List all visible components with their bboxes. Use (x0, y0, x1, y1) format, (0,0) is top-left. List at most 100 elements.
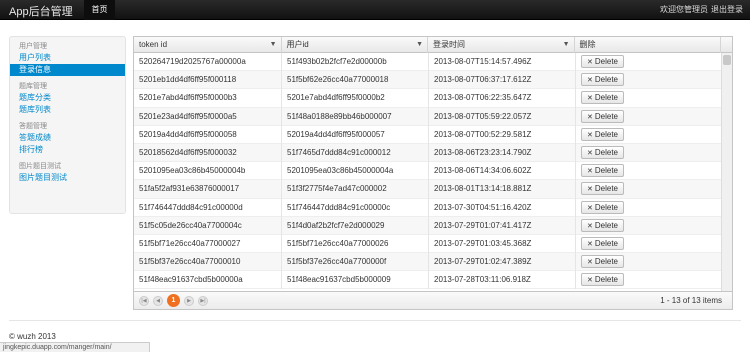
last-page-icon[interactable]: ▶| (198, 296, 208, 306)
delete-button[interactable]: ✕ Delete (581, 200, 624, 214)
sidebar: 用户管理 用户列表 登录信息 题库管理 题库分类 题库列表 答题管理 答题成绩 … (9, 36, 126, 214)
table-row[interactable]: 52018562d4df6ff95f000032 51f7465d7ddd84c9… (134, 143, 732, 163)
delete-button[interactable]: ✕ Delete (581, 145, 624, 159)
delete-button[interactable]: ✕ Delete (581, 109, 624, 123)
table-row[interactable]: 5201e23ad4df6ff95f0000a5 51f48a0188e89bb4… (134, 107, 732, 126)
grid-pager: |◀ ◀ 1 ▶ ▶| 1 - 13 of 13 items (134, 291, 732, 309)
sidebar-item-user-list[interactable]: 用户列表 (10, 52, 125, 64)
close-icon: ✕ (587, 131, 593, 139)
table-row[interactable]: 51f5bf71e26cc40a77000027 51f5bf71e26cc40a… (134, 234, 732, 254)
cell-token-id: 5201eb1dd4df6ff95f000118 (134, 71, 282, 90)
table-row[interactable]: 51f48eac91637cbd5b00000a 51f48eac91637cbd… (134, 271, 732, 290)
filter-icon[interactable]: ▼ (416, 37, 423, 53)
table-row[interactable]: 51fa5f2af931e63876000017 51f3f2775f4e7ad4… (134, 180, 732, 199)
table-row[interactable]: 5201e7abd4df6ff95f0000b3 5201e7abd4df6ff9… (134, 89, 732, 108)
column-header-label: 用户id (286, 40, 309, 49)
close-icon: ✕ (587, 204, 593, 212)
delete-button-label: Delete (594, 238, 618, 248)
cell-user-id: 52019a4dd4df6ff95f000057 (282, 125, 429, 144)
table-row[interactable]: 51f746447ddd84c91c00000d 51f746447ddd84c9… (134, 198, 732, 217)
table-row[interactable]: 52019a4dd4df6ff95f000058 52019a4dd4df6ff9… (134, 125, 732, 144)
current-page-button[interactable]: 1 (167, 294, 180, 307)
sidebar-item-login-info[interactable]: 登录信息 (10, 64, 125, 76)
cell-login-time: 2013-07-29T01:02:47.389Z (429, 253, 576, 272)
filter-icon[interactable]: ▼ (270, 37, 277, 53)
table-row[interactable]: 520264719d2025767a00000a 51f493b02b2fcf7e… (134, 53, 732, 72)
delete-button[interactable]: ✕ Delete (581, 127, 624, 141)
logout-link[interactable]: 退出登录 (711, 5, 743, 14)
cell-login-time: 2013-08-06T14:34:06.602Z (429, 162, 576, 181)
cell-user-id: 51f48eac91637cbd5b000009 (282, 271, 429, 290)
table-row[interactable]: 51f5c05de26cc40a7700004c 51f4d0af2b2fcf7e… (134, 216, 732, 235)
navbar-user-area: 欢迎您管理员 退出登录 (660, 0, 743, 20)
table-row[interactable]: 5201eb1dd4df6ff95f000118 51f5bf62e26cc40a… (134, 71, 732, 90)
cell-user-id: 51f7465d7ddd84c91c000012 (282, 143, 429, 163)
delete-button[interactable]: ✕ Delete (581, 55, 624, 68)
close-icon: ✕ (587, 186, 593, 194)
cell-token-id: 52019a4dd4df6ff95f000058 (134, 125, 282, 144)
app-brand[interactable]: App后台管理 (9, 3, 73, 19)
delete-button[interactable]: ✕ Delete (581, 164, 624, 178)
sidebar-item-image-test[interactable]: 图片题目测试 (10, 172, 125, 184)
close-icon: ✕ (587, 113, 593, 121)
cell-login-time: 2013-07-29T01:07:41.417Z (429, 216, 576, 235)
cell-delete: ✕ Delete (576, 162, 723, 181)
sidebar-item-answer-scores[interactable]: 答题成绩 (10, 132, 125, 144)
grid-header: token id ▼ 用户id ▼ 登录时间 ▼ 删除 (134, 37, 732, 53)
sidebar-item-bank-category[interactable]: 题库分类 (10, 92, 125, 104)
cell-delete: ✕ Delete (576, 89, 723, 108)
cell-token-id: 5201095ea03c86b45000004b (134, 162, 282, 181)
table-row[interactable]: 51f5bf37e26cc40a77000010 51f5bf37e26cc40a… (134, 253, 732, 272)
cell-user-id: 51f5bf37e26cc40a7700000f (282, 253, 429, 272)
cell-delete: ✕ Delete (576, 107, 723, 126)
delete-button[interactable]: ✕ Delete (581, 91, 624, 105)
cell-user-id: 51f5bf71e26cc40a77000026 (282, 234, 429, 254)
delete-button[interactable]: ✕ Delete (581, 255, 624, 269)
cell-token-id: 51f746447ddd84c91c00000d (134, 198, 282, 217)
first-page-icon[interactable]: |◀ (139, 296, 149, 306)
sidebar-header-answer: 答题管理 (19, 123, 47, 130)
top-navbar: App后台管理 首页 欢迎您管理员 退出登录 (0, 0, 750, 20)
cell-token-id: 51f5bf71e26cc40a77000027 (134, 234, 282, 254)
delete-button[interactable]: ✕ Delete (581, 182, 624, 196)
cell-user-id: 51f746447ddd84c91c00000c (282, 198, 429, 217)
close-icon: ✕ (587, 95, 593, 103)
close-icon: ✕ (587, 240, 593, 248)
column-header-label: 登录时间 (433, 40, 465, 49)
next-page-icon[interactable]: ▶ (184, 296, 194, 306)
delete-button[interactable]: ✕ Delete (581, 73, 624, 87)
table-row[interactable]: 5201095ea03c86b45000004b 5201095ea03c86b4… (134, 162, 732, 181)
delete-button-label: Delete (594, 184, 618, 194)
delete-button-label: Delete (594, 257, 618, 267)
vertical-scrollbar[interactable] (721, 53, 732, 292)
delete-button[interactable]: ✕ Delete (581, 236, 624, 250)
cell-delete: ✕ Delete (576, 180, 723, 199)
delete-button-label: Delete (594, 166, 618, 176)
cell-token-id: 5201e7abd4df6ff95f0000b3 (134, 89, 282, 108)
close-icon: ✕ (587, 59, 593, 66)
scrollbar-thumb[interactable] (723, 55, 731, 65)
welcome-text: 欢迎您管理员 (660, 5, 708, 14)
sidebar-item-leaderboard[interactable]: 排行榜 (10, 144, 125, 156)
delete-button-label: Delete (594, 129, 618, 139)
cell-user-id: 51f4d0af2b2fcf7e2d000029 (282, 216, 429, 235)
delete-button-label: Delete (594, 202, 618, 212)
delete-button-label: Delete (594, 147, 618, 157)
column-header-token-id[interactable]: token id ▼ (134, 37, 282, 53)
cell-user-id: 51f3f2775f4e7ad47c000002 (282, 180, 429, 199)
filter-icon[interactable]: ▼ (563, 37, 570, 53)
column-header-login-time[interactable]: 登录时间 ▼ (428, 37, 575, 53)
prev-page-icon[interactable]: ◀ (153, 296, 163, 306)
delete-button[interactable]: ✕ Delete (581, 218, 624, 232)
close-icon: ✕ (587, 149, 593, 157)
delete-button-label: Delete (594, 57, 618, 66)
close-icon: ✕ (587, 168, 593, 176)
sidebar-item-bank-list[interactable]: 题库列表 (10, 104, 125, 116)
column-header-label: token id (139, 40, 168, 49)
cell-login-time: 2013-07-28T03:11:06.918Z (429, 271, 576, 290)
column-header-user-id[interactable]: 用户id ▼ (282, 37, 428, 53)
delete-button[interactable]: ✕ Delete (581, 273, 624, 287)
nav-home-link[interactable]: 首页 (84, 0, 115, 20)
footer-divider (9, 320, 741, 321)
column-header-label: 删除 (579, 40, 596, 49)
